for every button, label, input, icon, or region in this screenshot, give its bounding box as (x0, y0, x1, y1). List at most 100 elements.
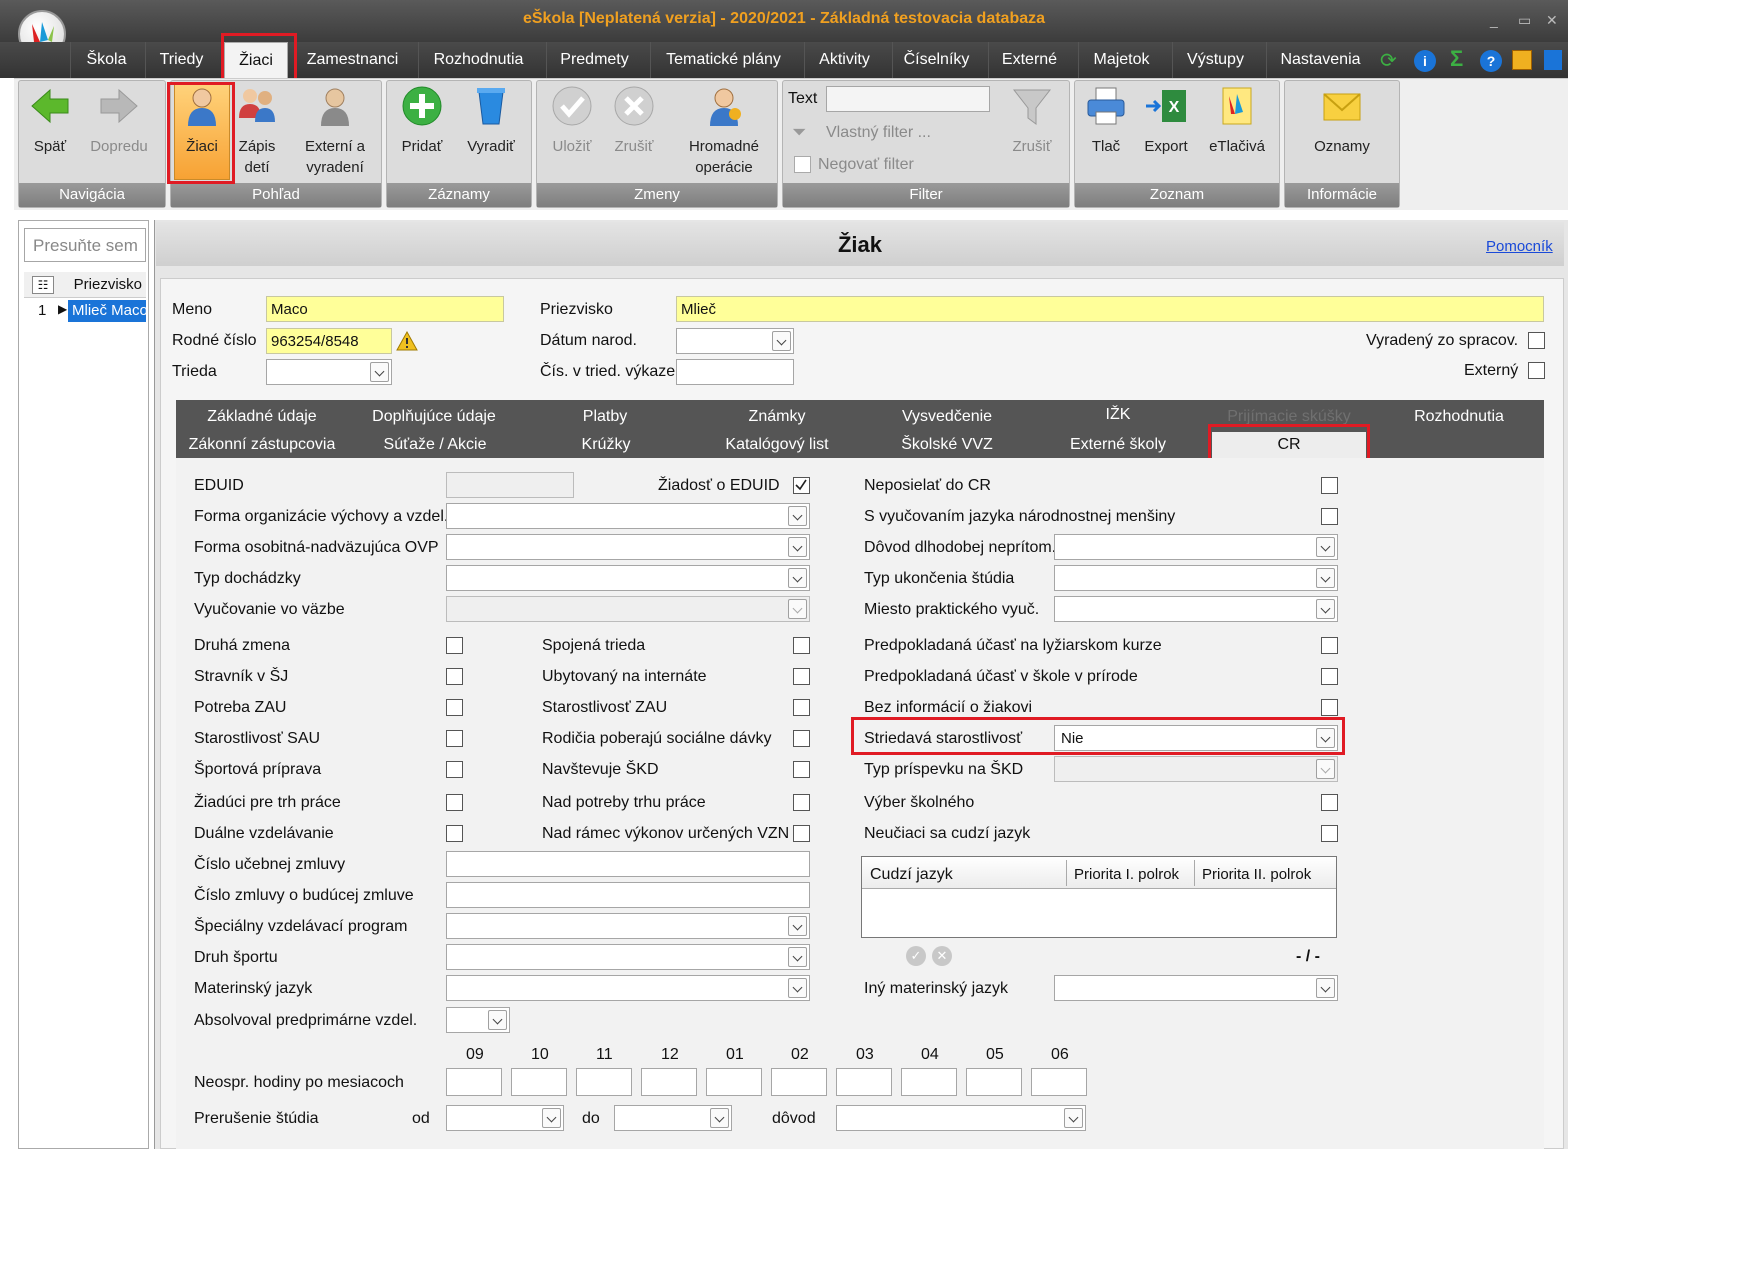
tab-sutaze-akcie[interactable]: Súťaže / Akcie (376, 432, 494, 458)
column-chooser-icon[interactable]: ☷ (32, 276, 54, 294)
zrusit-changes-button[interactable]: Zrušiť (606, 84, 662, 157)
vyradit-button[interactable]: Vyradiť (460, 84, 522, 157)
menu-predmety[interactable]: Predmety (546, 42, 642, 78)
vyradeny-checkbox[interactable] (1528, 332, 1545, 349)
cislo-ucebnej-input[interactable] (446, 851, 810, 877)
nad-ramec-checkbox[interactable] (793, 825, 810, 842)
typ-dochadzky-select[interactable] (446, 565, 810, 591)
absolvoval-dropdown-icon[interactable] (488, 1010, 507, 1030)
tab-zakonni-zastupcovia[interactable]: Zákonní zástupcovia (186, 432, 338, 458)
tab-katalogovy-list[interactable]: Katalógový list (716, 432, 838, 458)
forma-osobitna-dropdown-icon[interactable] (788, 537, 807, 557)
col-priorita-1[interactable]: Priorita I. polrok (1074, 866, 1179, 883)
minimize-icon[interactable]: _ (1490, 12, 1498, 28)
menu-ciselniky[interactable]: Číselníky (892, 42, 980, 78)
datum-narod-picker[interactable] (676, 328, 794, 354)
skola-v-prirode-checkbox[interactable] (1321, 668, 1338, 685)
filter-text-input[interactable] (826, 86, 990, 112)
navstevuje-skd-checkbox[interactable] (793, 761, 810, 778)
vyber-skolneho-checkbox[interactable] (1321, 794, 1338, 811)
pomocnik-link[interactable]: Pomocník (1486, 238, 1553, 255)
druh-sportu-select[interactable] (446, 944, 810, 970)
oznamy-button[interactable]: Oznamy (1300, 84, 1384, 157)
menu-nastavenia[interactable]: Nastavenia (1266, 42, 1374, 78)
pridat-button[interactable]: Pridať (394, 84, 450, 157)
dovod-nepritomnosti-dropdown-icon[interactable] (1316, 537, 1335, 557)
tab-vysvedcenie[interactable]: Vysvedčenie (890, 404, 1004, 430)
tab-skolske-vvz[interactable]: Školské VVZ (890, 432, 1004, 458)
starostlivost-sau-checkbox[interactable] (446, 730, 463, 747)
starostlivost-zau-checkbox[interactable] (793, 699, 810, 716)
menu-zamestnanci[interactable]: Zamestnanci (296, 42, 408, 78)
do-dropdown-icon[interactable] (710, 1108, 729, 1128)
neospr-month-input[interactable] (511, 1068, 567, 1096)
neospr-month-input[interactable] (836, 1068, 892, 1096)
materinsky-jazyk-dropdown-icon[interactable] (788, 978, 807, 998)
typ-ukoncenia-dropdown-icon[interactable] (1316, 568, 1335, 588)
menu-aktivity[interactable]: Aktivity (804, 42, 884, 78)
miesto-praktickeho-select[interactable] (1054, 596, 1338, 622)
export-button[interactable]: X Export (1138, 84, 1194, 157)
tab-externe-skoly[interactable]: Externé školy (1066, 432, 1170, 458)
spat-button[interactable]: Späť (26, 84, 74, 157)
meno-input[interactable]: Maco (266, 296, 504, 322)
menu-rozhodnutia[interactable]: Rozhodnutia (418, 42, 538, 78)
sum-icon[interactable]: Σ (1450, 46, 1463, 72)
druh-sportu-dropdown-icon[interactable] (788, 947, 807, 967)
forma-osobitna-select[interactable] (446, 534, 810, 560)
neospr-month-input[interactable] (966, 1068, 1022, 1096)
dopredu-button[interactable]: Dopredu (84, 84, 154, 157)
cancel-row-icon[interactable]: ✕ (932, 946, 952, 966)
menu-triedy[interactable]: Triedy (145, 42, 217, 78)
specialny-program-select[interactable] (446, 913, 810, 939)
negovat-filter-checkbox[interactable] (794, 156, 811, 173)
ziaduci-trh-checkbox[interactable] (446, 794, 463, 811)
tab-cr[interactable]: CR (1212, 432, 1366, 458)
cake-icon[interactable] (1512, 50, 1532, 70)
neposielat-checkbox[interactable] (1321, 477, 1338, 494)
spojena-trieda-checkbox[interactable] (793, 637, 810, 654)
cislo-vykaz-input[interactable] (676, 359, 794, 385)
ziadost-eduid-checkbox[interactable] (793, 477, 810, 494)
col-cudzi-jazyk[interactable]: Cudzí jazyk (870, 866, 953, 884)
dovod-dropdown-icon[interactable] (1064, 1108, 1083, 1128)
potreba-zau-checkbox[interactable] (446, 699, 463, 716)
ulozit-button[interactable]: Uložiť (544, 84, 600, 157)
info-icon[interactable]: i (1414, 50, 1436, 72)
iny-materinsky-dropdown-icon[interactable] (1316, 978, 1335, 998)
trieda-select[interactable] (266, 359, 392, 385)
bez-informacii-checkbox[interactable] (1321, 699, 1338, 716)
dualne-checkbox[interactable] (446, 825, 463, 842)
trieda-dropdown-icon[interactable] (370, 362, 389, 382)
neospr-month-input[interactable] (901, 1068, 957, 1096)
prerusenie-do-picker[interactable] (614, 1105, 732, 1131)
miesto-praktickeho-dropdown-icon[interactable] (1316, 599, 1335, 619)
ziaci-view-button[interactable]: Žiaci (174, 84, 230, 157)
ubytovany-checkbox[interactable] (793, 668, 810, 685)
list-column-priezvisko[interactable]: Priezvisko (66, 276, 146, 293)
confirm-row-icon[interactable]: ✓ (906, 946, 926, 966)
zapis-deti-button[interactable]: Zápis detí (232, 84, 282, 178)
vlastny-filter-link[interactable]: Vlastný filter ... (826, 124, 931, 142)
externy-checkbox[interactable] (1528, 362, 1545, 379)
tab-kruzky[interactable]: Krúžky (566, 432, 646, 458)
prerusenie-dovod-select[interactable] (836, 1105, 1086, 1131)
tab-platby[interactable]: Platby (560, 404, 650, 430)
hromadne-operacie-button[interactable]: Hromadné operácie (674, 84, 774, 178)
menu-tematicke-plany[interactable]: Tematické plány (650, 42, 796, 78)
close-icon[interactable]: ✕ (1546, 12, 1558, 29)
tab-znamky[interactable]: Známky (730, 404, 824, 430)
sportova-priprava-checkbox[interactable] (446, 761, 463, 778)
rodicia-davky-checkbox[interactable] (793, 730, 810, 747)
prerusenie-od-picker[interactable] (446, 1105, 564, 1131)
menu-externe[interactable]: Externé (988, 42, 1070, 78)
zrusit-filter-button[interactable]: Zrušiť (1002, 84, 1062, 157)
tab-rozhodnutia[interactable]: Rozhodnutia (1402, 404, 1516, 430)
externi-vyradeni-button[interactable]: Externí a vyradení (296, 84, 374, 178)
tab-zakladne-udaje[interactable]: Základné údaje (196, 404, 328, 430)
lyziarsky-kurz-checkbox[interactable] (1321, 637, 1338, 654)
nad-potreby-checkbox[interactable] (793, 794, 810, 811)
specialny-program-dropdown-icon[interactable] (788, 916, 807, 936)
refresh-icon[interactable]: ⟳ (1380, 48, 1397, 73)
priezvisko-input[interactable]: Mlieč (676, 296, 1544, 322)
